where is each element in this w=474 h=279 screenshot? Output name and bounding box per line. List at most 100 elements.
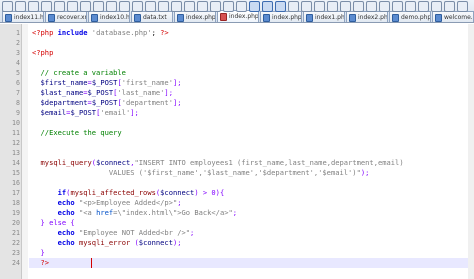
- show-all-icon[interactable]: [171, 1, 182, 12]
- monitor-icon[interactable]: [288, 1, 299, 12]
- code-line[interactable]: //Execute the query: [32, 128, 122, 138]
- css-icon[interactable]: [353, 1, 364, 12]
- line-number: 4: [16, 59, 20, 67]
- line-number: 16: [12, 179, 20, 187]
- find-icon[interactable]: [93, 1, 104, 12]
- code-line[interactable]: echo "<a href=\"index.html\">Go Back</a>…: [32, 208, 237, 218]
- line-number: 21: [12, 229, 20, 237]
- cut-icon[interactable]: [28, 1, 39, 12]
- close-icon[interactable]: [15, 1, 26, 12]
- code-line[interactable]: <?php include 'database.php'; ?>: [32, 28, 169, 38]
- tab-1[interactable]: recover.xml: [45, 11, 87, 22]
- code-line[interactable]: $first_name=$_POST['first_name'];: [32, 78, 182, 88]
- line-number-gutter: 1 2 3 4 5 6 7 8 9 10 11 12 13 14 15 16 17 18 19 20 21 22 23 24: [0, 24, 22, 279]
- zoom-out-icon[interactable]: [132, 1, 143, 12]
- code-token: );: [360, 168, 370, 177]
- code-token: ;: [151, 28, 161, 37]
- folder-icon[interactable]: [275, 1, 286, 12]
- wrap-icon[interactable]: [158, 1, 169, 12]
- tab-label: index.php: [229, 13, 259, 20]
- tab-10[interactable]: welcome.php: [432, 11, 474, 22]
- run-all-icon[interactable]: [405, 1, 416, 12]
- sync-icon[interactable]: [145, 1, 156, 12]
- line-number: 6: [16, 79, 20, 87]
- file-icon: [435, 14, 442, 22]
- code-token: ?>: [32, 258, 50, 267]
- tab-7[interactable]: index1.php: [303, 11, 345, 22]
- extra-icon[interactable]: [457, 1, 468, 12]
- code-line[interactable]: $email=$_POST['email'];: [32, 108, 139, 118]
- spell-icon[interactable]: [301, 1, 312, 12]
- vertical-scrollbar[interactable]: [468, 24, 474, 279]
- text-caret: [91, 258, 92, 268]
- copy-icon[interactable]: [41, 1, 52, 12]
- redo-icon[interactable]: [80, 1, 91, 12]
- code-line[interactable]: mysqli_query($connect,"INSERT INTO emplo…: [32, 158, 404, 168]
- code-token: $_POST: [91, 98, 118, 107]
- code-line[interactable]: echo mysqli_error ($connect);: [32, 238, 182, 248]
- tab-9[interactable]: demo.php: [389, 11, 431, 22]
- xml-icon[interactable]: [392, 1, 403, 12]
- plugin-icon[interactable]: [236, 1, 247, 12]
- code-line[interactable]: ?>: [32, 258, 50, 268]
- code-token: $_POST: [87, 88, 114, 97]
- tab-8[interactable]: index2.php: [346, 11, 388, 22]
- code-line[interactable]: echo "<p>Employee Added</p>";: [32, 198, 182, 208]
- indent-guide-icon[interactable]: [184, 1, 195, 12]
- macro-play-icon[interactable]: [210, 1, 221, 12]
- function-list-icon[interactable]: [262, 1, 273, 12]
- code-token: $connect: [138, 238, 173, 247]
- code-line[interactable]: if(mysqli_affected_rows($connect) > 0){: [32, 188, 225, 198]
- undo-icon[interactable]: [67, 1, 78, 12]
- code-token: mysqli_query: [32, 158, 92, 167]
- stop-icon[interactable]: [418, 1, 429, 12]
- tab-3[interactable]: data.txt: [131, 11, 173, 22]
- tab-2[interactable]: index10.html: [88, 11, 130, 22]
- fold-margin[interactable]: [22, 24, 28, 279]
- code-line[interactable]: // create a variable: [32, 68, 126, 78]
- code-token: =\"index.html\">Go Back</a>": [113, 208, 233, 217]
- code-line[interactable]: }: [32, 248, 45, 258]
- code-token: ?>: [160, 28, 169, 37]
- settings-icon[interactable]: [431, 1, 442, 12]
- line-number: 24: [12, 259, 20, 267]
- line-number: 19: [12, 209, 20, 217]
- help-icon[interactable]: [444, 1, 455, 12]
- code-token: } else {: [32, 218, 75, 227]
- paste-icon[interactable]: [54, 1, 65, 12]
- html-icon[interactable]: [327, 1, 338, 12]
- run-icon[interactable]: [223, 1, 234, 12]
- code-token: // create a variable: [32, 68, 126, 77]
- code-token: include: [57, 28, 92, 37]
- code-token: echo: [32, 228, 79, 237]
- save-icon[interactable]: [2, 1, 13, 12]
- code-line[interactable]: $last_name=$_POST['last_name'];: [32, 88, 173, 98]
- replace-icon[interactable]: [106, 1, 117, 12]
- code-token: "<a: [78, 208, 97, 217]
- code-token: VALUES ('$first_name','$last_name','$dep…: [32, 168, 361, 177]
- zoom-in-icon[interactable]: [119, 1, 130, 12]
- line-number: 3: [16, 49, 20, 57]
- code-line[interactable]: } else {: [32, 218, 75, 228]
- code-line[interactable]: <?php: [32, 48, 53, 58]
- code-line[interactable]: $department=$_POST['department'];: [32, 98, 182, 108]
- code-line[interactable]: VALUES ('$first_name','$last_name','$dep…: [32, 168, 370, 178]
- sql-icon[interactable]: [379, 1, 390, 12]
- php-icon[interactable]: [366, 1, 377, 12]
- macro-record-icon[interactable]: [197, 1, 208, 12]
- compare-icon[interactable]: [314, 1, 325, 12]
- doc-map-icon[interactable]: [249, 1, 260, 12]
- tab-label: index11.html: [14, 14, 44, 21]
- js-icon[interactable]: [340, 1, 351, 12]
- code-token: $connect: [160, 188, 195, 197]
- tab-0[interactable]: index11.html: [2, 11, 44, 22]
- file-icon-modified: [220, 13, 227, 21]
- tab-6[interactable]: index.php: [260, 11, 302, 22]
- code-line[interactable]: echo "Employee NOT Added<br />";: [32, 228, 195, 238]
- code-token: $department: [32, 98, 88, 107]
- code-editor[interactable]: <?php include 'database.php'; ?> <?php //…: [29, 24, 474, 279]
- code-token: );: [172, 238, 182, 247]
- tab-4[interactable]: index.php: [174, 11, 216, 22]
- tab-label: demo.php: [401, 14, 431, 21]
- file-icon: [48, 14, 55, 22]
